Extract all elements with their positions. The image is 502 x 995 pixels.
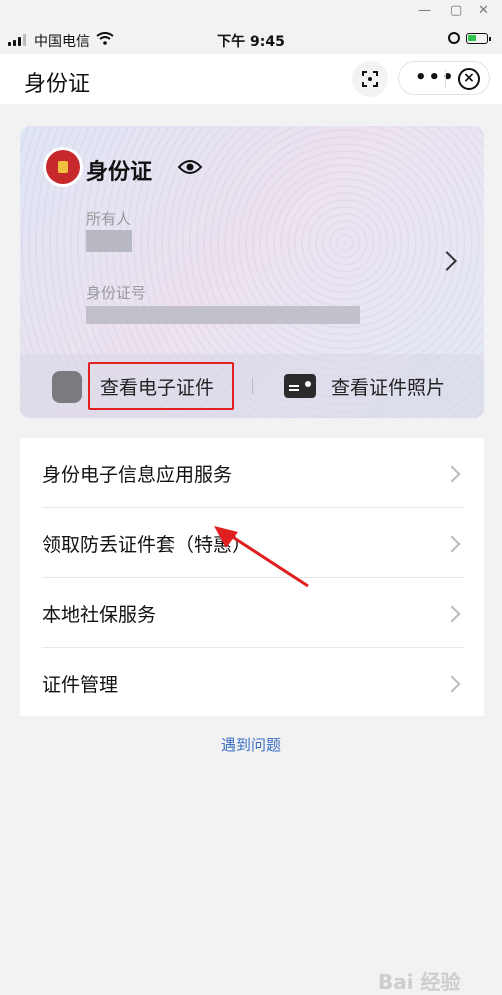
main-content: 身份证 所有人 身份证号 查看电子证件 查看证件照片 身份电子信息应用服务 领取…	[0, 104, 502, 994]
more-button[interactable]: •••	[415, 67, 456, 88]
chevron-right-icon	[443, 675, 461, 693]
list-item[interactable]: 证件管理	[20, 648, 484, 718]
card-title: 身份证	[86, 160, 153, 185]
list-item[interactable]: 身份电子信息应用服务	[20, 438, 484, 508]
close-button[interactable]: ×	[458, 68, 480, 90]
list-item-label: 本地社保服务	[42, 604, 157, 626]
id-number-label: 身份证号	[86, 284, 147, 302]
actions-divider	[252, 378, 253, 394]
watermark: Bai 经验	[378, 970, 461, 994]
window-titlebar: — ▢ ✕	[0, 0, 502, 26]
id-card-icon	[52, 371, 82, 403]
id-photo-icon	[284, 374, 316, 398]
eye-icon[interactable]	[178, 159, 202, 175]
capsule-divider	[445, 70, 446, 88]
owner-label: 所有人	[86, 210, 132, 228]
page-title: 身份证	[24, 72, 91, 97]
id-number-masked	[86, 306, 360, 324]
chevron-right-icon	[443, 535, 461, 553]
chevron-right-icon[interactable]	[437, 251, 457, 271]
view-ecert-button[interactable]: 查看电子证件	[100, 373, 214, 400]
window-close-icon[interactable]: ✕	[478, 3, 489, 18]
clock: 下午 9:45	[217, 34, 285, 50]
nav-bar: 身份证 ••• ×	[0, 54, 502, 104]
maximize-icon[interactable]: ▢	[450, 3, 462, 18]
report-problem-link[interactable]: 遇到问题	[0, 734, 502, 755]
minimize-icon[interactable]: —	[418, 3, 431, 18]
chevron-right-icon	[443, 465, 461, 483]
chevron-right-icon	[443, 605, 461, 623]
annotation-arrow-icon	[214, 526, 309, 588]
scan-icon	[362, 71, 378, 87]
owner-name-masked	[86, 230, 132, 252]
list-item-label: 证件管理	[42, 674, 119, 696]
battery-icon	[466, 33, 491, 44]
status-bar: 中国电信 下午 9:45	[0, 26, 502, 54]
national-emblem-icon	[46, 150, 80, 184]
list-item-label: 身份电子信息应用服务	[42, 464, 233, 486]
scan-button[interactable]	[352, 61, 388, 97]
id-card[interactable]: 身份证 所有人 身份证号 查看电子证件 查看证件照片	[20, 126, 484, 418]
view-photo-button[interactable]: 查看证件照片	[331, 373, 445, 400]
mini-program-capsule: ••• ×	[398, 61, 490, 95]
card-actions: 查看电子证件 查看证件照片	[20, 354, 484, 418]
orientation-lock-icon	[448, 32, 460, 44]
